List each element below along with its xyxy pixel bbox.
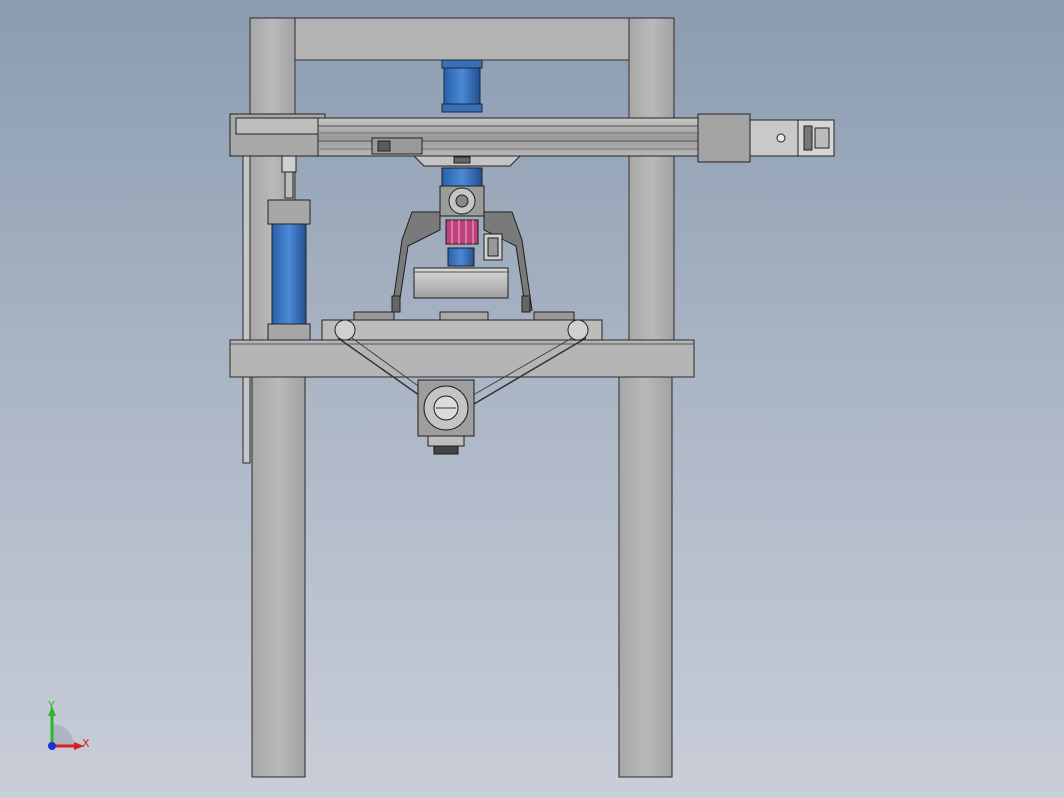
top-cylinder[interactable]: [441, 59, 483, 113]
roller-right: [567, 319, 589, 341]
gripper-assembly[interactable]: [391, 167, 533, 313]
frame-upper-right-post: [628, 17, 675, 341]
linear-module[interactable]: [229, 113, 835, 167]
drive-motor[interactable]: [417, 379, 475, 455]
frame-top-beam: [249, 17, 675, 61]
module-motor: [697, 113, 751, 163]
cad-viewport[interactable]: Y X: [0, 0, 1064, 798]
coordinate-triad: Y X: [47, 699, 90, 750]
triad-x-label: X: [82, 737, 90, 750]
triad-y-label: Y: [47, 699, 55, 712]
frame-lower-left-leg: [251, 376, 306, 778]
triad-z-axis: [48, 742, 56, 750]
roller-left: [334, 319, 356, 341]
frame-lower-right-leg: [618, 376, 673, 778]
frame-side-rod: [242, 154, 251, 464]
triad-arc: [52, 724, 74, 746]
frame-table-beam: [229, 339, 695, 378]
